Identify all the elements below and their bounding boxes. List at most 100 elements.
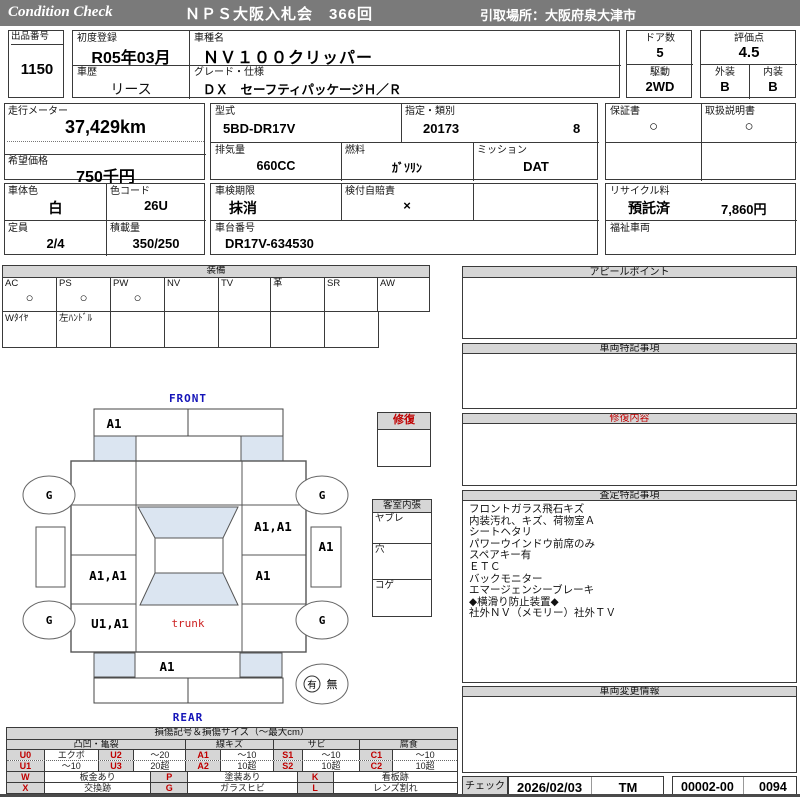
class-value-2: 8	[573, 121, 581, 136]
bottom-rule	[0, 794, 800, 797]
legend-code: W	[7, 772, 44, 782]
rear-glass-left	[93, 652, 136, 678]
history-label: 車歴	[77, 67, 97, 78]
equip-extra-1: Wﾀｲﾔ	[5, 313, 29, 324]
legend-code: C2	[359, 761, 393, 771]
auction-sheet: Condition Check ＮＰＳ大阪入札会 366回 引取場所：大阪府泉大…	[0, 0, 800, 800]
manual-label: 取扱説明書	[705, 106, 755, 117]
score-label: 評価点	[734, 33, 764, 44]
exterior-label: 外装	[715, 67, 735, 78]
inspection-value: 抹消	[229, 200, 257, 216]
capacity-value: 2/4	[46, 236, 65, 251]
legend-group-rust: サビ	[272, 740, 360, 749]
recycle-status: 預託済	[628, 200, 670, 216]
equip-extra-6	[270, 312, 324, 347]
exterior-value: B	[720, 79, 730, 94]
flag-yes: 有	[307, 679, 317, 691]
legend-code: S1	[272, 750, 302, 760]
recycle-fee: 7,860円	[721, 202, 767, 217]
sheet-number: 0094	[759, 780, 787, 794]
pickup-location: 引取場所：大阪府泉大津市	[480, 8, 637, 23]
cabin-box: 客室内張 ヤブレ 穴 コゲ	[372, 499, 432, 617]
score-value: 4.5	[738, 44, 760, 61]
load-label: 積載量	[110, 223, 140, 234]
grade-value: ＤＸ セーフティパッケージＨ／Ｒ	[203, 83, 402, 97]
header-bar: Condition Check ＮＰＳ大阪入札会 366回 引取場所：大阪府泉大…	[0, 0, 800, 26]
doors-label: ドア数	[645, 33, 675, 44]
doors-value: 5	[656, 45, 664, 60]
equip-extra-2: 左ﾊﾝﾄﾞﾙ	[56, 312, 110, 347]
legend-group-corrosion: 腐食	[359, 740, 457, 749]
type-value: 5BD-DR17V	[223, 121, 296, 136]
legend-value: 塗装あり	[187, 772, 297, 782]
cabin-row-tear: ヤブレ	[372, 513, 432, 544]
documents-box: 保証書 ○ 取扱説明書 ○	[605, 103, 797, 181]
grade-label: グレード・仕様	[194, 67, 264, 78]
mark-left-door: A1,A1	[89, 568, 127, 583]
equip-col-ac: AC ○	[3, 278, 56, 311]
roof-panel	[154, 537, 224, 574]
equip-mark: ○	[133, 290, 142, 305]
displacement-value: 660CC	[256, 159, 296, 173]
legend-code: U0	[7, 750, 44, 760]
odometer-value: 37,429km	[64, 117, 147, 137]
welfare-label: 福祉車両	[610, 223, 650, 234]
inspection-label: 車検期限	[215, 186, 255, 197]
equip-col-tv: TV	[218, 278, 270, 311]
cabin-row-burn: コゲ	[372, 580, 432, 617]
legend-value: 看板跡	[332, 772, 457, 782]
model-name-value: ＮＶ１００クリッパー	[203, 50, 374, 67]
equip-col-nv: NV	[164, 278, 218, 311]
mark-right-front: A1,A1	[254, 519, 292, 534]
legend-value: ～10	[220, 750, 273, 760]
rear-window	[139, 572, 239, 606]
repair-legend-table: W 板金あり P 塗装あり K 看板跡 X 交換跡 G ガラスヒビ L レンズ割…	[6, 771, 458, 794]
wheel-grade: G	[46, 614, 53, 627]
equipment-title: 装備	[2, 265, 430, 278]
legend-value: 10超	[392, 761, 458, 771]
appeal-body	[462, 277, 797, 339]
legend-code: A2	[185, 761, 221, 771]
cabin-title: 客室内張	[372, 499, 432, 513]
fuel-value: ｶﾞｿﾘﾝ	[391, 161, 422, 175]
cabin-row-hole: 穴	[372, 544, 432, 580]
legend-value: 10超	[220, 761, 273, 771]
legend-value: ～10	[301, 750, 360, 760]
check-date: 2026/02/03	[517, 780, 583, 795]
legend-code: A1	[185, 750, 221, 760]
legend-code: G	[150, 783, 188, 793]
sheet-code: 00002-00	[681, 780, 734, 794]
legend-code: U3	[97, 761, 134, 771]
legend-value: 10超	[301, 761, 360, 771]
fuel-label: 燃料	[345, 145, 365, 156]
brand-logo: Condition Check	[8, 4, 113, 20]
drive-label: 駆動	[650, 67, 670, 78]
assessment-item: エマージェンシーブレーキ	[469, 584, 595, 597]
mark-right-side: A1	[318, 539, 333, 554]
type-label: 型式	[215, 106, 235, 117]
legend-code: X	[7, 783, 44, 793]
front-glass-right	[240, 435, 284, 462]
repair-mini-box: 修復	[377, 412, 431, 467]
insurance-mark: ×	[403, 198, 411, 213]
recycle-label: リサイクル料	[610, 186, 670, 197]
first-reg-label: 初度登録	[77, 33, 117, 44]
color-label: 車体色	[8, 186, 38, 197]
legend-group-scratch: 線キズ	[185, 740, 273, 749]
color-code-label: 色コード	[110, 186, 150, 197]
repair-content-body	[462, 423, 797, 486]
wheel-grade: G	[319, 614, 326, 627]
vehicle-notes-body	[462, 353, 797, 409]
model-name-label: 車種名	[194, 33, 224, 44]
legend-value: 20超	[133, 761, 186, 771]
assessment-body: フロントガラス飛石キズ 内装汚れ、キズ、荷物室Ａ シートヘタリ パワーウインドウ…	[462, 500, 797, 683]
legend-value: レンズ割れ	[332, 783, 457, 793]
legend-value: ～10	[43, 761, 98, 771]
check-date-box: 2026/02/03 TM	[508, 776, 664, 797]
odometer-box: 走行メーター 37,429km 希望価格 750千円	[4, 103, 206, 186]
class-label: 指定・類別	[405, 106, 455, 117]
legend-value: ～20	[133, 750, 186, 760]
legend-value: 交換跡	[43, 783, 151, 793]
drive-value: 2WD	[645, 79, 675, 94]
legend-code: L	[296, 783, 333, 793]
